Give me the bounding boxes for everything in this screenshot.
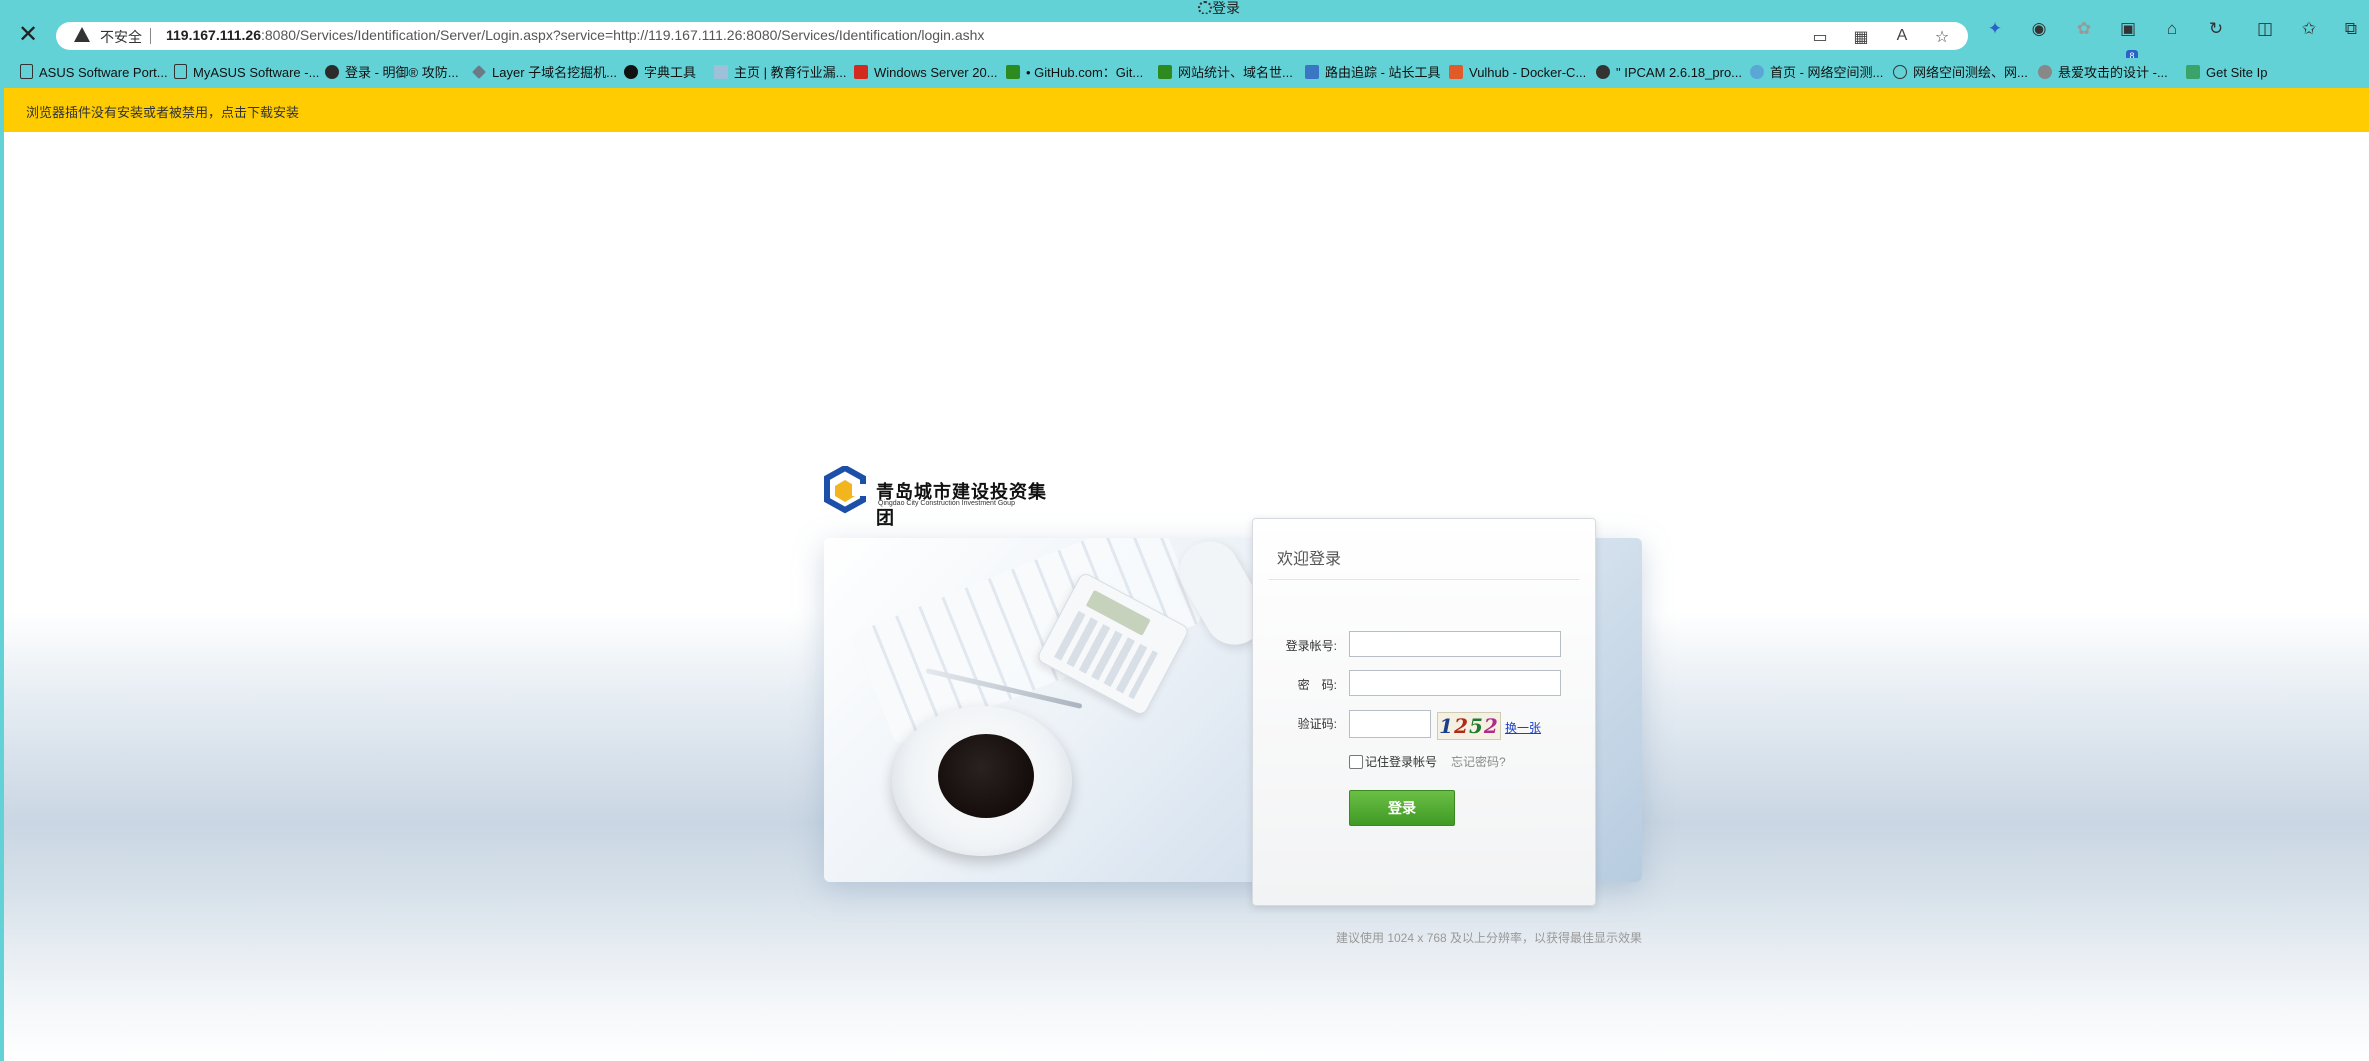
bookmark-item[interactable]: Layer 子域名挖掘机... bbox=[472, 64, 617, 82]
url-path: :8080/Services/Identification/Server/Log… bbox=[261, 27, 985, 43]
bookmark-label: 网络空间测绘、网... bbox=[1913, 65, 2028, 80]
warning-icon[interactable] bbox=[74, 27, 90, 42]
login-card: 欢迎登录 登录帐号: 密 码: 验证码: 1252 换一张 记住登录帐号 忘记密… bbox=[1252, 518, 1596, 906]
bookmark-item[interactable]: 悬爱攻击的设计 -... bbox=[2038, 64, 2168, 82]
bookmark-item[interactable]: 路由追踪 - 站长工具 bbox=[1305, 64, 1441, 82]
url-text[interactable]: 119.167.111.26:8080/Services/Identificat… bbox=[166, 27, 984, 43]
page-icon bbox=[20, 64, 33, 79]
user-icon bbox=[325, 65, 339, 79]
bookmark-item[interactable]: " IPCAM 2.6.18_pro... bbox=[1596, 64, 1742, 82]
plugin-info-bar[interactable]: 浏览器插件没有安装或者被禁用，点击下载安装 bbox=[4, 88, 2369, 132]
favorites-icon[interactable]: ✩ bbox=[2298, 19, 2320, 39]
bookmarks-bar: ASUS Software Port... MyASUS Software -.… bbox=[0, 58, 2369, 88]
bookmark-item[interactable]: 网站统计、域名世... bbox=[1158, 64, 1293, 82]
51-icon bbox=[854, 65, 868, 79]
extension-grid-icon[interactable]: ▣ bbox=[2117, 19, 2139, 39]
captcha-digit: 2 bbox=[1483, 714, 1499, 738]
read-aloud-icon[interactable]: A bbox=[1892, 27, 1912, 45]
vulhub-icon bbox=[1449, 65, 1463, 79]
bookmark-item[interactable]: 网络空间测绘、网... bbox=[1893, 64, 2028, 82]
bookmark-label: 登录 - 明御® 攻防... bbox=[345, 65, 459, 80]
address-separator bbox=[150, 28, 151, 44]
bookmark-label: 网站统计、域名世... bbox=[1178, 65, 1293, 80]
edu-icon bbox=[714, 65, 728, 79]
password-label: 密 码: bbox=[1297, 678, 1337, 692]
url-host: 119.167.111.26 bbox=[166, 27, 261, 43]
coffee-image bbox=[932, 728, 1040, 824]
captcha-digit: 5 bbox=[1469, 714, 1484, 738]
eye-icon bbox=[1750, 65, 1764, 79]
security-label[interactable]: 不安全 bbox=[100, 27, 142, 47]
plugin-message[interactable]: 浏览器插件没有安装或者被禁用，点击下载安装 bbox=[26, 102, 299, 121]
address-bar[interactable]: 不安全 119.167.111.26:8080/Services/Identif… bbox=[56, 22, 1968, 50]
favorite-star-icon[interactable]: ☆ bbox=[1932, 27, 1952, 47]
bookmark-label: 字典工具 bbox=[644, 65, 697, 80]
login-button[interactable]: 登录 bbox=[1349, 790, 1455, 826]
extension-pin-icon[interactable]: ✦ bbox=[1984, 19, 2006, 39]
ip-icon bbox=[2186, 65, 2200, 79]
cam-icon bbox=[1596, 65, 1610, 79]
split-screen-icon[interactable]: ◫ bbox=[2254, 19, 2276, 39]
qr-code-icon[interactable]: ▦ bbox=[1851, 27, 1871, 47]
bookmark-label: 路由追踪 - 站长工具 bbox=[1325, 65, 1441, 80]
bookmark-item[interactable]: MyASUS Software -... bbox=[174, 64, 319, 82]
bookmark-item[interactable]: • GitHub.com：Git... bbox=[1006, 64, 1143, 82]
company-logo: 青岛城市建设投资集团 Qingdao City Construction Inv… bbox=[824, 466, 1064, 528]
login-heading: 欢迎登录 bbox=[1277, 551, 1342, 568]
heading-divider bbox=[1269, 579, 1579, 580]
refresh-captcha-link[interactable]: 换一张 bbox=[1505, 719, 1541, 736]
collections-icon[interactable]: ⧉ bbox=[2340, 19, 2362, 39]
resolution-tip: 建议使用 1024 x 768 及以上分辨率，以获得最佳显示效果 bbox=[1336, 931, 1643, 945]
remember-account-checkbox[interactable] bbox=[1349, 755, 1363, 769]
bookmark-label: • GitHub.com：Git... bbox=[1026, 65, 1144, 80]
captcha-label: 验证码: bbox=[1297, 717, 1337, 731]
refresh-extension-icon[interactable]: ↻ bbox=[2205, 19, 2227, 39]
logo-mark-icon bbox=[824, 466, 866, 514]
github-icon bbox=[624, 65, 638, 79]
captcha-input[interactable] bbox=[1349, 710, 1431, 738]
bookmark-item[interactable]: Get Site Ip bbox=[2186, 64, 2267, 82]
arrow-icon bbox=[1006, 65, 1020, 79]
gear-icon bbox=[2038, 65, 2052, 79]
navigation-toolbar: ✕ 不安全 119.167.111.26:8080/Services/Ident… bbox=[0, 14, 2369, 62]
tools-icon bbox=[1305, 65, 1319, 79]
bookmark-label: 首页 - 网络空间测... bbox=[1770, 65, 1884, 80]
bookmark-label: Vulhub - Docker-C... bbox=[1469, 65, 1587, 80]
bookmark-item[interactable]: Vulhub - Docker-C... bbox=[1449, 64, 1586, 82]
bookmark-label: 主页 | 教育行业漏... bbox=[734, 65, 847, 80]
bookmark-label: Layer 子域名挖掘机... bbox=[492, 65, 617, 80]
app-available-icon[interactable]: ▭ bbox=[1810, 27, 1830, 47]
account-label: 登录帐号: bbox=[1285, 639, 1337, 653]
bookmark-label: " IPCAM 2.6.18_pro... bbox=[1616, 65, 1743, 80]
layer-icon bbox=[472, 65, 486, 79]
logo-name-en: Qingdao City Construction Investment Gou… bbox=[878, 500, 1015, 507]
account-input[interactable] bbox=[1349, 631, 1561, 657]
loading-spinner-icon bbox=[1198, 1, 1212, 15]
captcha-digit: 1 bbox=[1439, 714, 1455, 738]
bookmark-item[interactable]: 首页 - 网络空间测... bbox=[1750, 64, 1883, 82]
extension-gear-icon[interactable]: ✿ bbox=[2073, 19, 2095, 39]
bookmark-label: MyASUS Software -... bbox=[193, 65, 320, 80]
forgot-password-link[interactable]: 忘记密码? bbox=[1451, 753, 1506, 770]
bookmark-item[interactable]: Windows Server 20... bbox=[854, 64, 998, 82]
remember-account-label[interactable]: 记住登录帐号 bbox=[1365, 753, 1437, 770]
bookmark-label: ASUS Software Port... bbox=[39, 65, 168, 80]
page-icon bbox=[174, 64, 187, 79]
arrow-icon bbox=[1158, 65, 1172, 79]
captcha-digit: 2 bbox=[1454, 714, 1469, 738]
stop-loading-icon[interactable]: ✕ bbox=[14, 21, 42, 49]
bookmark-item[interactable]: ASUS Software Port... bbox=[20, 64, 168, 82]
bookmark-label: 悬爱攻击的设计 -... bbox=[2058, 65, 2168, 80]
bookmark-item[interactable]: 字典工具 bbox=[624, 64, 696, 82]
password-input[interactable] bbox=[1349, 670, 1561, 696]
f-icon bbox=[1893, 65, 1907, 79]
bookmark-label: Get Site Ip bbox=[2206, 65, 2268, 80]
bookmark-item[interactable]: 登录 - 明御® 攻防... bbox=[325, 64, 459, 82]
extension-hat-icon[interactable]: ⌂ bbox=[2161, 19, 2183, 39]
captcha-image[interactable]: 1252 bbox=[1437, 712, 1501, 740]
extension-mask-icon[interactable]: ◉ bbox=[2028, 19, 2050, 39]
bookmark-label: Windows Server 20... bbox=[874, 65, 998, 80]
bookmark-item[interactable]: 主页 | 教育行业漏... bbox=[714, 64, 846, 82]
